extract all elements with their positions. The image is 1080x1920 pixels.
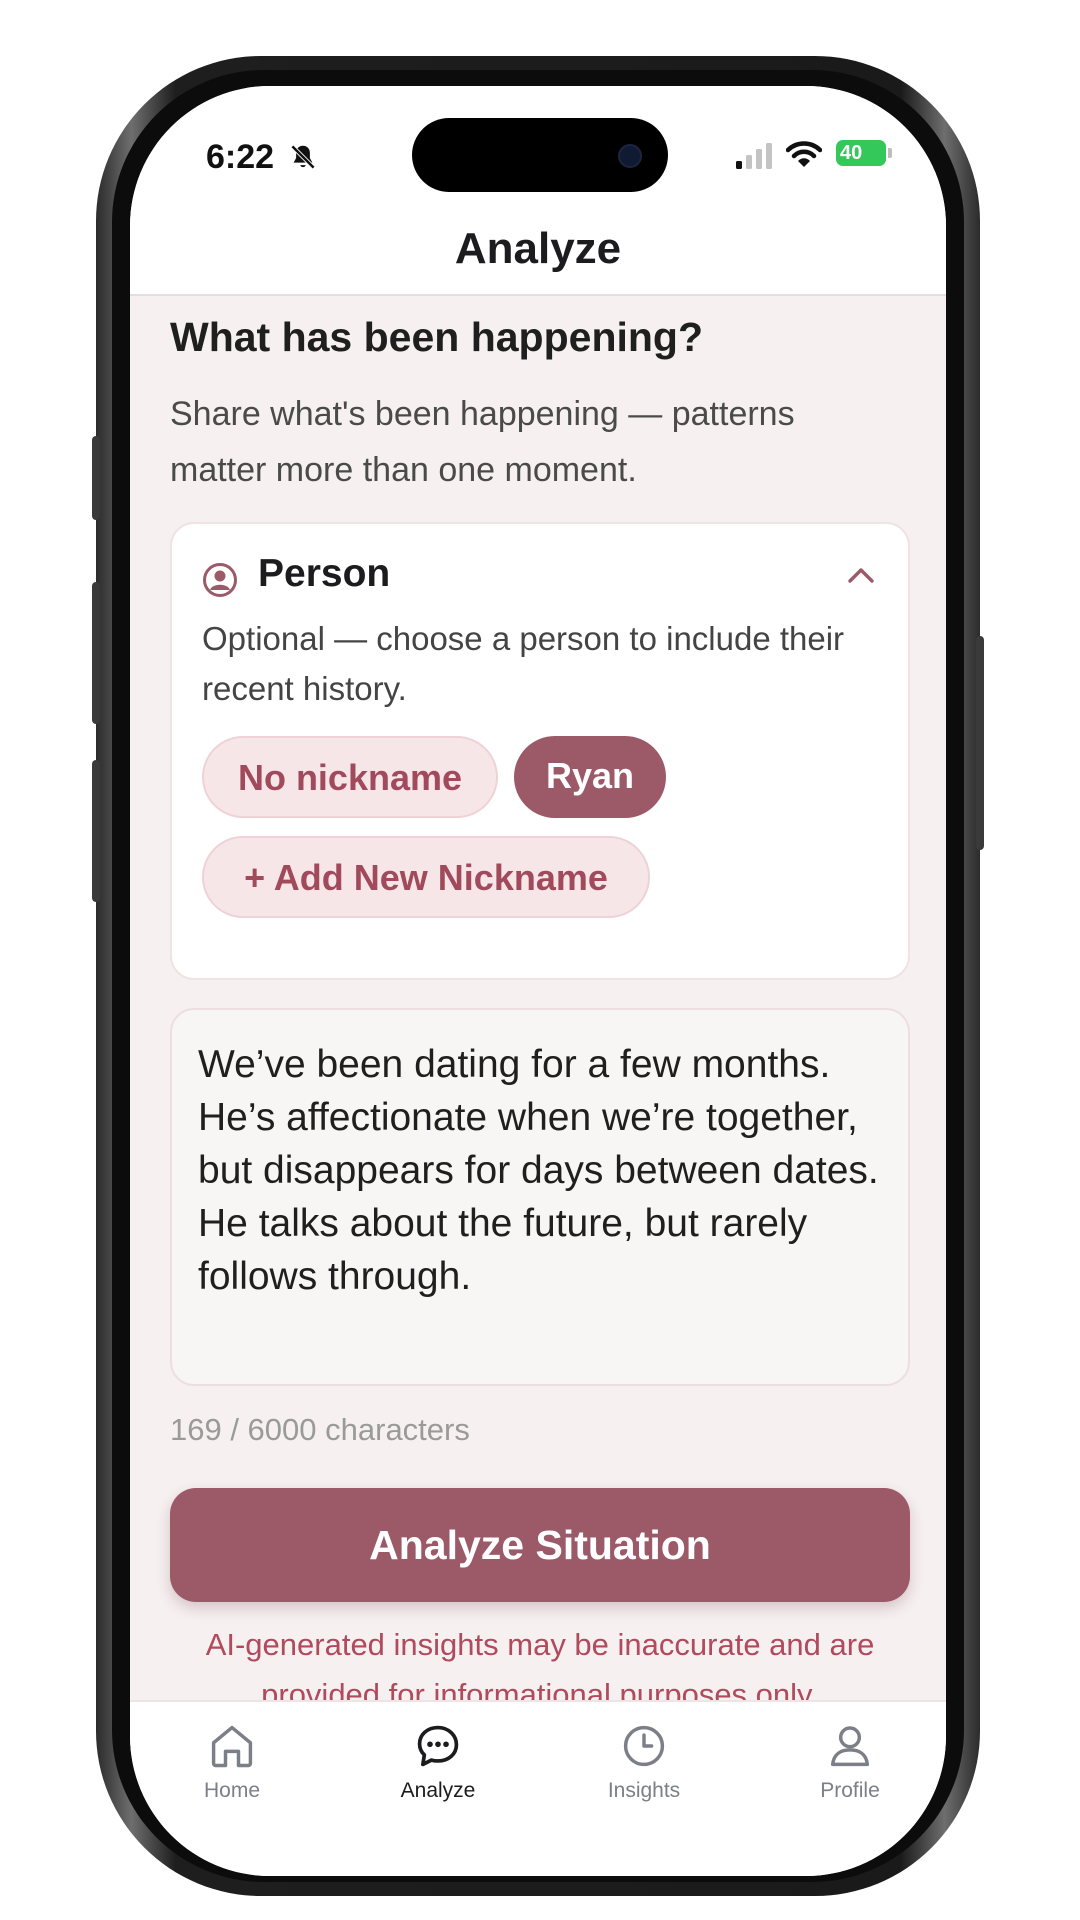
chip-ryan-selected[interactable]: Ryan [514,736,666,818]
person-card-subtitle: Optional — choose a person to include th… [202,620,845,707]
person-icon [824,1726,876,1776]
character-count: 169 / 6000 characters [170,1412,470,1447]
person-circle-icon [202,562,238,603]
person-card-title: Person [258,552,391,595]
add-nickname-button[interactable]: + Add New Nickname [202,836,650,918]
power-button [976,636,984,850]
battery-icon: 40 [836,140,886,166]
tab-home-label: Home [203,1779,261,1802]
section-subtitle: Share what's been happening — patterns m… [170,395,795,489]
tab-home[interactable]: Home [147,1720,317,1803]
wifi-icon [785,140,823,173]
chevron-up-icon[interactable] [846,564,876,591]
tab-analyze[interactable]: Analyze [353,1720,523,1803]
status-time: 6:22 [206,138,275,176]
chip-no-nickname[interactable]: No nickname [202,736,498,818]
tab-insights[interactable]: Insights [559,1720,729,1803]
bell-slash-icon [288,142,318,177]
tab-insights-label: Insights [607,1779,681,1802]
situation-textarea[interactable]: We’ve been dating for a few months. He’s… [170,1008,910,1386]
analyze-situation-button[interactable]: Analyze Situation [170,1488,910,1602]
volume-down-button [92,760,100,902]
battery-tip [888,148,892,158]
home-icon [206,1725,258,1776]
cellular-signal-icon [736,143,776,174]
mute-switch [92,436,100,520]
page-title: Analyze [454,224,622,273]
volume-up-button [92,582,100,724]
clock-icon [618,1725,670,1776]
section-title: What has been happening? [170,314,704,360]
tab-profile[interactable]: Profile [765,1720,935,1803]
chat-bubble-icon [412,1725,464,1776]
tab-profile-label: Profile [820,1779,880,1802]
front-camera [618,144,642,168]
tab-analyze-label: Analyze [400,1779,476,1802]
screen: 6:22 40 Analyze What has been happening?… [130,86,946,1876]
